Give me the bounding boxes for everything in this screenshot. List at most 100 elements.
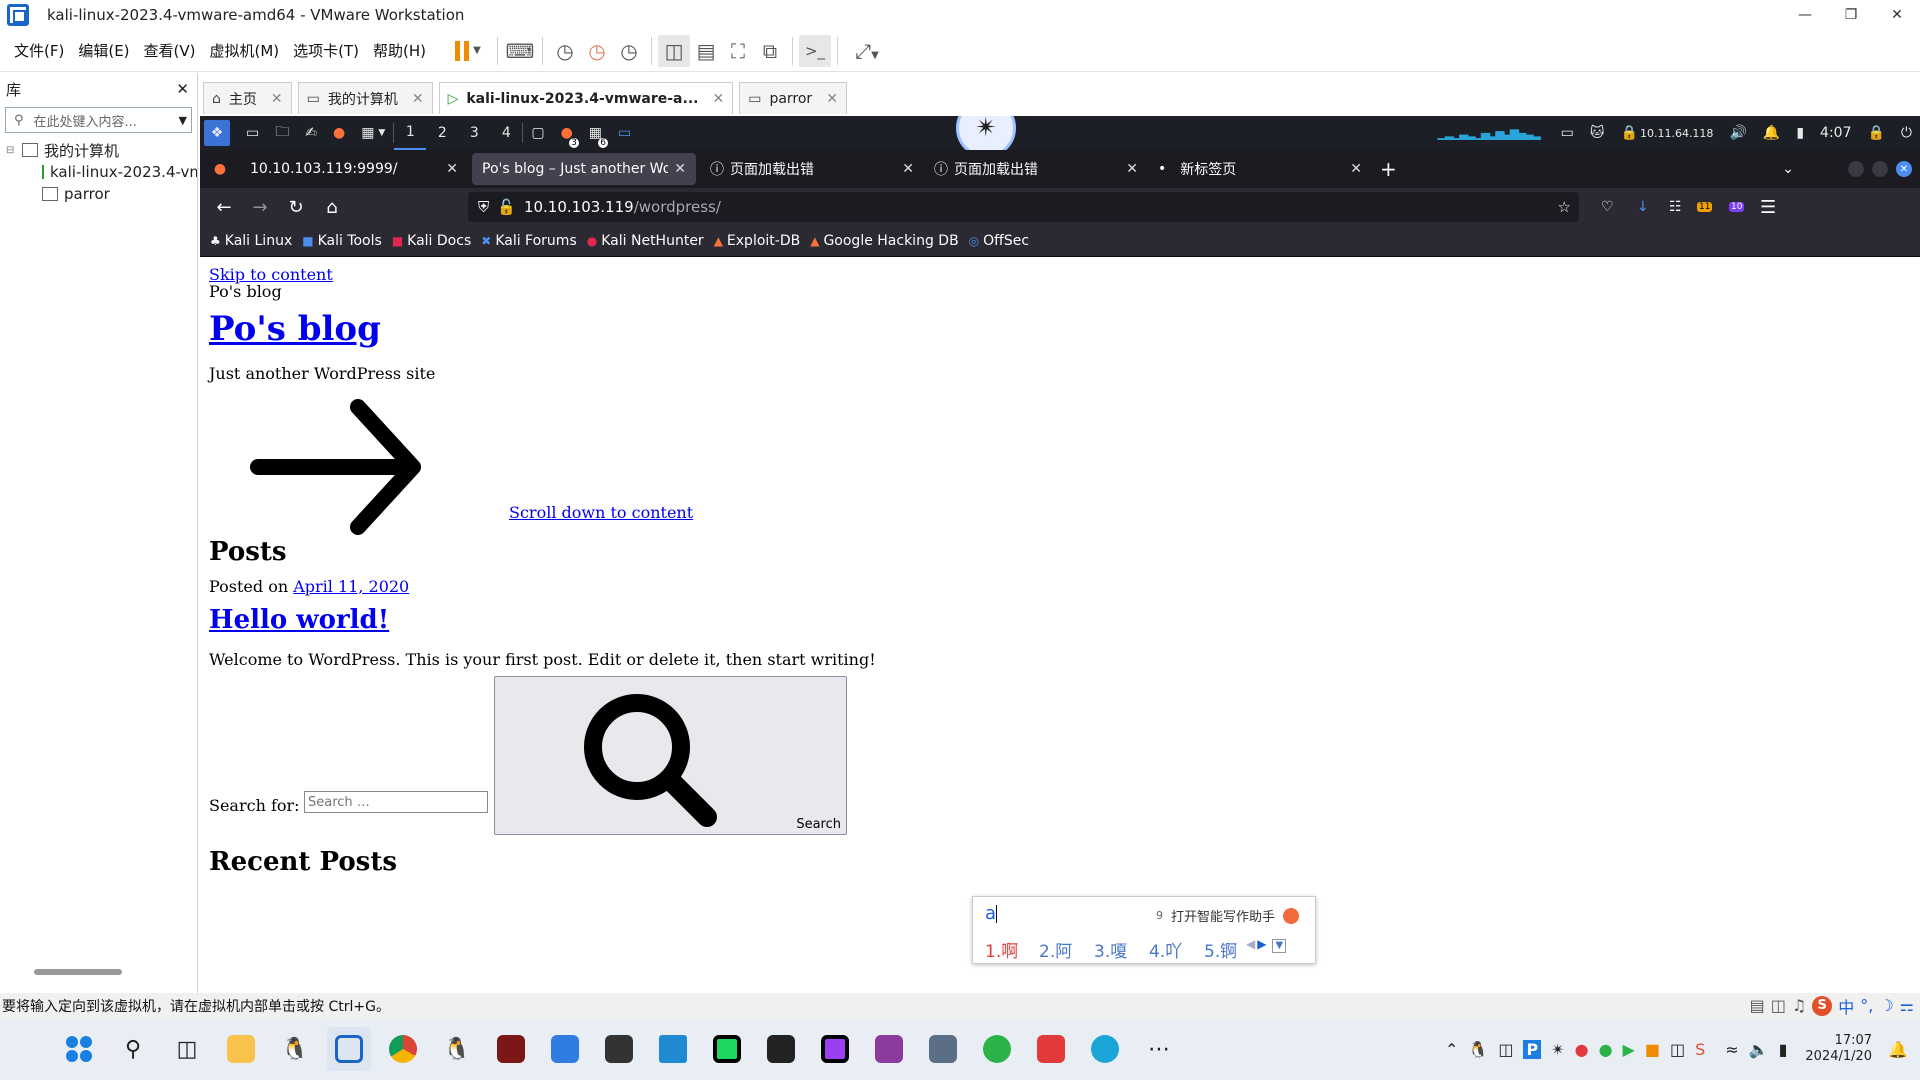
search-input[interactable] <box>304 791 488 813</box>
firefox-icon[interactable]: ● <box>325 116 353 150</box>
unity-button[interactable]: ⧉ <box>754 35 786 67</box>
url-bar[interactable]: ⛨ 🔓 10.10.103.119/wordpress/ ☆ <box>468 192 1579 222</box>
tab-kali-vm[interactable]: ▷ kali-linux-2023.4-vmware-a... ✕ <box>438 82 734 114</box>
tray-ime-lang-icon[interactable]: ◫ <box>1670 1040 1685 1059</box>
workspace-2[interactable]: 2 <box>426 116 458 150</box>
post-date-link[interactable]: April 11, 2020 <box>293 577 409 596</box>
bookmark-exploit-db[interactable]: ▲ Exploit-DB <box>714 233 801 249</box>
scroll-down-link[interactable]: Scroll down to content <box>509 503 693 522</box>
tree-node-my-computer[interactable]: ⊟ 我的计算机 <box>0 139 197 161</box>
close-icon[interactable]: ✕ <box>446 161 458 177</box>
window-button-icon[interactable]: ▢ <box>523 116 552 150</box>
phpstorm-icon[interactable] <box>813 1027 857 1071</box>
prev-page-icon[interactable]: ◀ <box>1246 937 1255 962</box>
vmware-icon[interactable] <box>327 1027 371 1071</box>
desktop-icon[interactable]: ▭ <box>238 116 267 150</box>
reload-icon[interactable]: ↻ <box>278 190 314 224</box>
tray-sogou-icon[interactable]: S <box>1695 1040 1705 1059</box>
close-icon[interactable]: ✕ <box>674 161 686 177</box>
qq-tray-icon[interactable]: 🐧 <box>1468 1040 1488 1059</box>
snapshot-button[interactable]: ◷ <box>549 35 581 67</box>
calculator-icon[interactable] <box>921 1027 965 1071</box>
chrome-icon[interactable] <box>381 1027 425 1071</box>
tray-media-icon[interactable]: ▶ <box>1623 1040 1635 1059</box>
notification-bell-icon[interactable]: 🔔 <box>1888 1040 1908 1059</box>
pycharm-icon[interactable] <box>705 1027 749 1071</box>
file-manager-icon[interactable]: 🗀 <box>267 116 297 150</box>
console-view-button[interactable]: >_ <box>799 34 832 67</box>
volume-icon[interactable]: 🔊 <box>1721 116 1754 150</box>
tree-node-vm[interactable]: kali-linux-2023.4-vmware-amd64 <box>0 161 197 183</box>
browser-tab[interactable]: 10.10.103.119:9999/ ✕ <box>240 153 468 185</box>
bookmark-kali-forums[interactable]: ✖ Kali Forums <box>481 233 577 249</box>
terminal-icon[interactable]: ▦ ▼ <box>353 116 393 150</box>
wps-icon[interactable] <box>1029 1027 1073 1071</box>
guest-screen[interactable]: ❖ ▭ 🗀 ✍ ● ▦ ▼ 1 2 3 4 ▢ ● 3 ▦ 6 ▭ ✴ ▁▂▁▃▂▁▄… <box>200 116 1920 993</box>
new-tab-plus-icon[interactable]: + <box>1372 152 1405 186</box>
back-arrow-icon[interactable]: ← <box>206 190 242 224</box>
show-library-button[interactable]: ◫ <box>658 34 691 67</box>
photos-icon[interactable] <box>543 1027 587 1071</box>
tab-my-computer[interactable]: ▭ 我的计算机 ✕ <box>297 82 433 114</box>
start-windows-icon[interactable] <box>57 1027 101 1071</box>
firefox-window-icon[interactable]: ● 3 <box>553 116 581 150</box>
list-tabs-chevron-icon[interactable]: ⌄ <box>1774 152 1802 186</box>
workspace-3[interactable]: 3 <box>458 116 490 150</box>
show-hidden-icons-chevron-icon[interactable]: ⌃ <box>1445 1040 1458 1059</box>
ime-candidate[interactable]: 3.嗄 <box>1094 937 1149 962</box>
display-icon[interactable]: ▭ <box>1553 116 1582 150</box>
library-search-input[interactable]: ⚲ 在此处键入内容... ▼ <box>5 107 192 133</box>
menu-vm[interactable]: 虚拟机(M) <box>203 40 287 61</box>
workspace-1[interactable]: 1 <box>394 116 427 150</box>
tray-p-icon[interactable]: P <box>1523 1039 1542 1059</box>
snapshot-manager-button[interactable]: ◷ <box>613 35 645 67</box>
minimize-button[interactable]: — <box>1782 0 1828 30</box>
restore-button[interactable]: ❐ <box>1828 0 1874 30</box>
post-title-link[interactable]: Hello world! <box>209 605 389 635</box>
menu-tabs[interactable]: 选项卡(T) <box>286 40 366 61</box>
tab-home[interactable]: ⌂ 主页 ✕ <box>203 82 292 114</box>
bookmark-kali-docs[interactable]: ■ Kali Docs <box>392 233 471 249</box>
bookmark-kali-linux[interactable]: ♣ Kali Linux <box>210 233 292 249</box>
close-button[interactable]: ✕ <box>1874 0 1920 30</box>
close-icon[interactable]: ✕ <box>826 91 838 107</box>
window-maximize-dot[interactable] <box>1872 161 1888 177</box>
close-icon[interactable]: ✕ <box>412 91 424 107</box>
tree-node-vm[interactable]: parror <box>0 183 197 205</box>
menu-edit[interactable]: 编辑(E) <box>71 40 136 61</box>
task-view-icon[interactable]: ◫ <box>165 1027 209 1071</box>
site-title-link[interactable]: Po's blog <box>209 309 381 349</box>
vm-window-icon[interactable]: ▭ <box>610 116 639 150</box>
wechat-icon[interactable] <box>975 1027 1019 1071</box>
extension-badge-icon[interactable]: 11 <box>1689 190 1720 224</box>
close-icon[interactable]: ✕ <box>1126 161 1138 177</box>
sogou-ime-icon[interactable]: S <box>1812 995 1833 1016</box>
ime-shirt-icon[interactable]: ⚎ <box>1900 996 1914 1015</box>
menu-help[interactable]: 帮助(H) <box>366 40 433 61</box>
browser-tab[interactable]: • 新标签页 ✕ <box>1148 153 1372 185</box>
ime-candidate[interactable]: 4.吖 <box>1149 937 1204 962</box>
tray-red-icon[interactable]: ● <box>1575 1040 1589 1059</box>
edge-icon[interactable] <box>1083 1027 1127 1071</box>
clock[interactable]: 4:07 <box>1812 116 1859 150</box>
thumbnail-bar-button[interactable]: ▤ <box>690 35 722 67</box>
lock-screen-icon[interactable]: 🔒 <box>1859 116 1892 150</box>
sound-device-icon[interactable]: ♫ <box>1792 996 1806 1015</box>
volume-icon[interactable]: 🔈 <box>1749 1040 1769 1059</box>
menu-view[interactable]: 查看(V) <box>137 40 203 61</box>
window-close-dot[interactable]: ✕ <box>1896 161 1912 177</box>
browser-tab[interactable]: ⓘ 页面加载出错 ✕ <box>700 153 924 185</box>
app-menu-icon[interactable]: ☰ <box>1752 190 1784 224</box>
forward-arrow-icon[interactable]: → <box>242 190 278 224</box>
more-apps-icon[interactable]: ⋯ <box>1137 1027 1181 1071</box>
downloads-icon[interactable]: ↓ <box>1629 190 1657 224</box>
ime-moon-icon[interactable]: ☽ <box>1879 996 1893 1015</box>
bookmark-offsec[interactable]: ◎ OffSec <box>969 233 1029 249</box>
stretch-guest-button[interactable]: ⤢▼ <box>844 35 890 67</box>
bookmark-kali-nethunter[interactable]: ● Kali NetHunter <box>587 233 704 249</box>
markdown-icon[interactable] <box>597 1027 641 1071</box>
library-close-icon[interactable]: ✕ <box>176 80 189 98</box>
kali-menu-icon[interactable]: ❖ <box>204 120 230 146</box>
text-editor-icon[interactable]: ✍ <box>297 116 325 150</box>
network-adapter-icon[interactable]: ◫ <box>1771 996 1786 1015</box>
